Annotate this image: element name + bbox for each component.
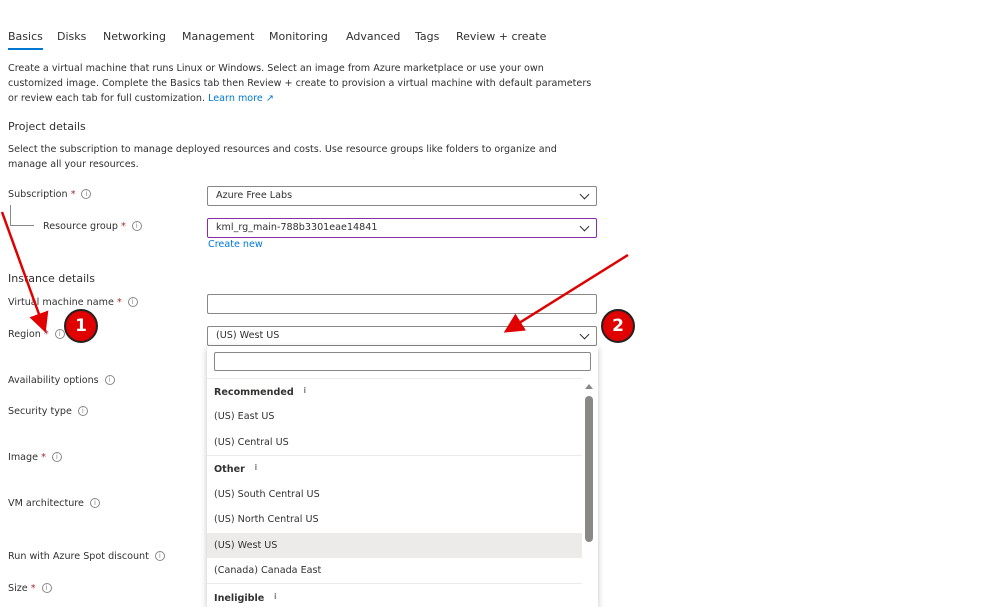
arrow-1 [0,211,49,333]
annotation-badge-2: 2 [601,309,635,343]
annotation-arrows [0,211,629,333]
annotation-badge-1: 1 [64,309,98,343]
